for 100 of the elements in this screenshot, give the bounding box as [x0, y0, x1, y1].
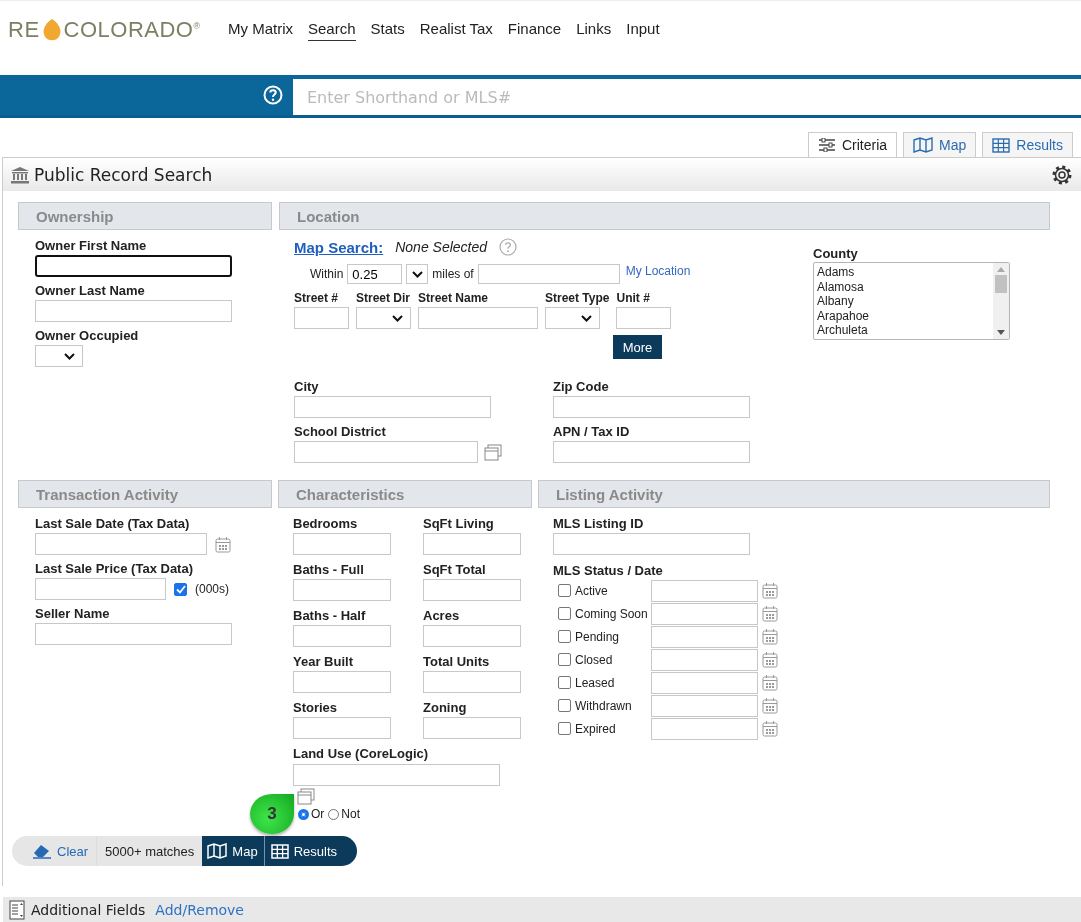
field-label: Owner Last Name: [35, 283, 146, 299]
field-label: Owner First Name: [35, 238, 148, 254]
status-label: Pending: [575, 629, 621, 644]
field-label: City: [294, 379, 320, 395]
view-tab[interactable]: Map: [903, 132, 977, 157]
checkbox[interactable]: [558, 722, 571, 735]
calendar-icon[interactable]: [762, 605, 778, 622]
county-listbox[interactable]: Adams Alamosa Albany Arapahoe Archuleta: [813, 262, 1010, 340]
county-option[interactable]: Albany: [817, 294, 990, 309]
calendar-icon[interactable]: [762, 697, 778, 714]
view-tab[interactable]: Criteria: [807, 132, 898, 157]
nav-link[interactable]: Finance: [507, 20, 562, 41]
field-label: Seller Name: [35, 606, 111, 622]
map-button[interactable]: Map: [202, 836, 264, 866]
checkbox[interactable]: [558, 676, 571, 689]
checkbox[interactable]: [558, 607, 571, 620]
field-label: Last Sale Price (Tax Data): [35, 561, 194, 577]
map-status: None Selected: [395, 239, 488, 255]
calendar-icon[interactable]: [762, 720, 778, 737]
scroll-thumb[interactable]: [995, 275, 1007, 293]
county-option[interactable]: Adams: [817, 265, 990, 280]
field-label: SqFt Living: [423, 516, 495, 532]
checkbox[interactable]: [174, 582, 187, 596]
field-label: County: [813, 246, 858, 261]
county-option[interactable]: Alamosa: [817, 279, 990, 294]
date-field[interactable]: [651, 648, 758, 671]
field-label: Year Built: [293, 654, 354, 670]
grid-icon: [270, 843, 289, 859]
date-field[interactable]: [651, 671, 758, 694]
section-header: Characteristics: [278, 480, 532, 508]
nav-link[interactable]: Stats: [370, 20, 405, 41]
date-field[interactable]: [651, 694, 758, 717]
caret-icon: [581, 314, 592, 322]
field-label: Owner Occupied: [35, 328, 140, 344]
add-remove-link[interactable]: Add/Remove: [155, 901, 244, 918]
radio-button[interactable]: [328, 808, 340, 820]
price-field[interactable]: [35, 578, 166, 600]
field-label: Acres: [423, 608, 461, 624]
field-label: MLS Status / Date: [553, 563, 663, 578]
scroll-down-icon[interactable]: [997, 330, 1005, 335]
text-field[interactable]: [35, 255, 232, 277]
status-label: Expired: [575, 721, 617, 736]
radio-label: Or: [311, 807, 325, 821]
radio-label: Not: [341, 807, 361, 821]
select-field[interactable]: [356, 307, 411, 329]
picker-icon[interactable]: [484, 443, 502, 461]
map-icon: [207, 843, 228, 859]
more-button[interactable]: More: [613, 335, 662, 359]
additional-fields-label: Additional Fields: [31, 901, 146, 918]
field-label: SqFt Total: [423, 562, 487, 578]
checkbox[interactable]: [558, 630, 571, 643]
status-label: Closed: [575, 652, 614, 667]
checkbox[interactable]: [558, 699, 571, 712]
calendar-icon[interactable]: [215, 535, 231, 553]
sliders-icon: [817, 138, 836, 152]
nav-link[interactable]: Realist Tax: [419, 20, 493, 41]
address-field[interactable]: [477, 264, 620, 284]
nav-link[interactable]: Input: [626, 20, 660, 41]
calendar-icon[interactable]: [762, 582, 778, 599]
radio-button[interactable]: [298, 808, 309, 820]
field-label: Zip Code: [553, 379, 610, 395]
scroll-up-icon[interactable]: [997, 267, 1005, 272]
quick-search-field[interactable]: Enter Shorthand or MLS#: [293, 79, 1081, 115]
picker-icon[interactable]: [297, 788, 315, 805]
date-field[interactable]: [651, 625, 758, 648]
field-label: Stories: [293, 700, 339, 716]
scrollbar[interactable]: [993, 263, 1009, 339]
date-field[interactable]: [35, 533, 207, 555]
status-label: Leased: [575, 675, 616, 690]
checkbox[interactable]: [558, 653, 571, 666]
logo-text: RE: [8, 17, 40, 43]
settings-icon[interactable]: [1051, 163, 1073, 186]
field-label: School District: [294, 424, 387, 440]
date-field[interactable]: [651, 579, 758, 602]
select-field[interactable]: [545, 307, 600, 329]
caret-icon: [412, 270, 424, 278]
date-field[interactable]: [651, 602, 758, 625]
within-label: Within: [310, 267, 344, 281]
distance-field[interactable]: 0.25: [347, 264, 403, 284]
select-field[interactable]: [35, 345, 83, 367]
calendar-icon[interactable]: [762, 651, 778, 668]
field-label: Last Sale Date (Tax Data): [35, 516, 191, 532]
nav-link[interactable]: Links: [576, 20, 612, 41]
results-button[interactable]: Results: [263, 836, 357, 866]
calendar-icon[interactable]: [762, 628, 778, 645]
calendar-icon[interactable]: [762, 674, 778, 691]
field-label: Street #: [294, 290, 340, 306]
view-tab[interactable]: Results: [982, 132, 1073, 157]
map-search-link[interactable]: Map Search:: [294, 238, 384, 256]
county-option[interactable]: Arapahoe: [817, 308, 990, 323]
section-header: Ownership: [18, 202, 272, 230]
nav-link[interactable]: My Matrix: [228, 20, 293, 41]
clear-button[interactable]: Clear: [12, 836, 97, 866]
county-option[interactable]: Archuleta: [817, 323, 990, 338]
field-label: Total Units: [423, 654, 491, 670]
distance-unit-select[interactable]: [406, 264, 429, 284]
my-location-link[interactable]: My Location: [625, 264, 691, 278]
checkbox[interactable]: [558, 584, 571, 597]
nav-link[interactable]: Search: [308, 20, 356, 41]
date-field[interactable]: [651, 717, 758, 740]
